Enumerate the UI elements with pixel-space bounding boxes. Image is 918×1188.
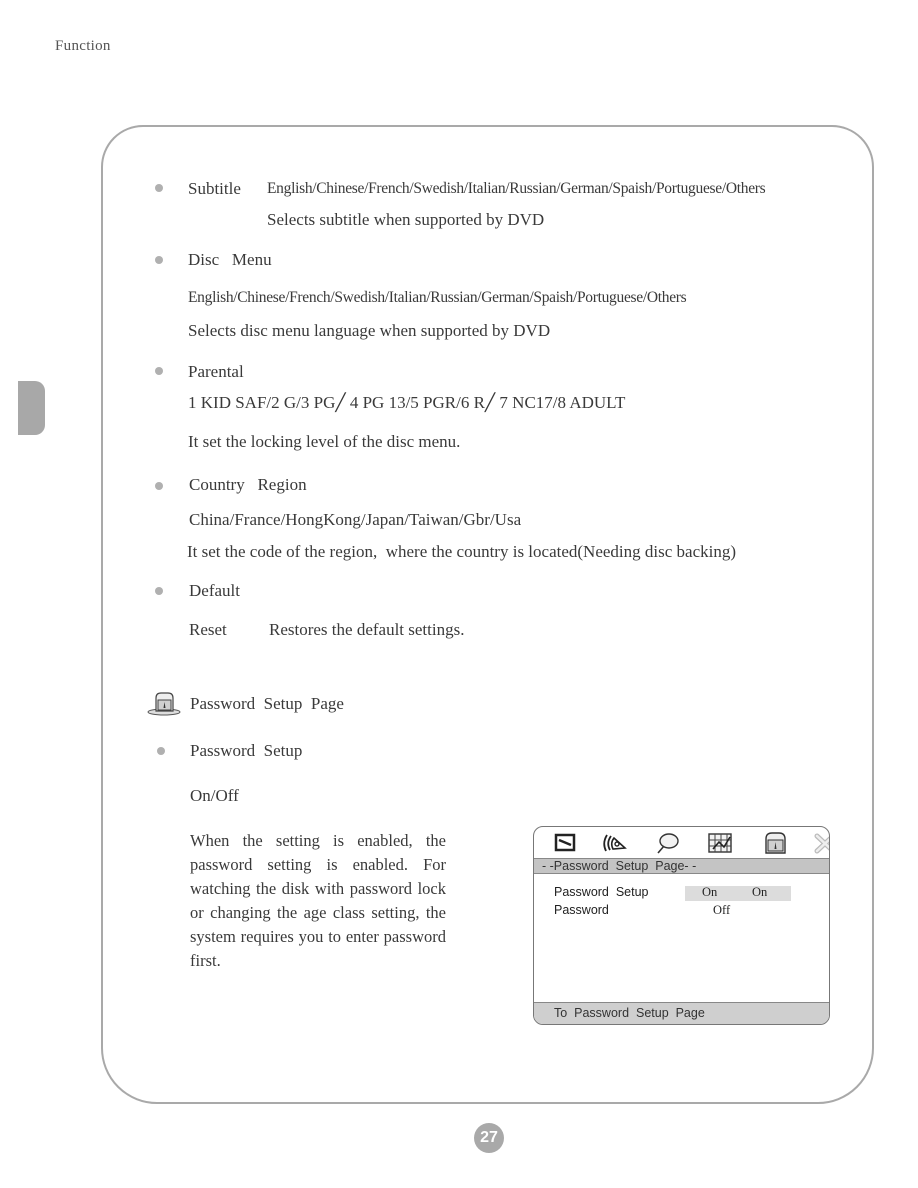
bullet-icon xyxy=(155,482,163,490)
bullet-icon xyxy=(155,587,163,595)
video-setup-icon xyxy=(708,833,732,853)
parental-options: 1 KID SAF/2 G/3 PG╱ 4 PG 13/5 PGR/6 R╱ 7… xyxy=(188,393,626,412)
bullet-icon xyxy=(157,747,165,755)
osd-status-footer: To Password Setup Page xyxy=(534,1002,829,1024)
password-setup-description: When the setting is enabled, the passwor… xyxy=(190,831,446,970)
subtitle-options: English/Chinese/French/Swedish/Italian/R… xyxy=(267,180,766,197)
reset-description: Restores the default settings. xyxy=(269,620,465,639)
password-setup-icon xyxy=(765,832,786,854)
osd-row-password-setup-option: On xyxy=(752,885,768,899)
reset-label: Reset xyxy=(189,620,227,639)
subtitle-description: Selects subtitle when supported by DVD xyxy=(267,210,545,229)
osd-screenshot: - -Password Setup Page- - Password Setup… xyxy=(533,826,830,1025)
audio-setup-icon xyxy=(603,834,627,852)
osd-row-password: Password xyxy=(554,903,609,917)
password-lock-icon xyxy=(147,692,181,716)
country-region-options: China/France/HongKong/Japan/Taiwan/Gbr/U… xyxy=(189,510,522,529)
bullet-icon xyxy=(155,184,163,192)
parental-label: Parental xyxy=(188,362,244,381)
osd-row-password-setup-value: On xyxy=(702,885,718,899)
disc-menu-options: English/Chinese/French/Swedish/Italian/R… xyxy=(188,289,687,306)
bullet-icon xyxy=(155,256,163,264)
exit-icon xyxy=(814,833,829,854)
bullet-icon xyxy=(155,367,163,375)
country-region-label: Country Region xyxy=(189,475,307,494)
osd-page-title: - -Password Setup Page- - xyxy=(534,858,829,874)
password-setup-options: On/Off xyxy=(190,786,239,805)
osd-row-password-value: Off xyxy=(713,903,731,917)
disc-menu-label: Disc Menu xyxy=(188,250,272,269)
osd-selection-highlight xyxy=(685,886,791,901)
password-page-heading: Password Setup Page xyxy=(190,694,344,713)
section-header: Function xyxy=(55,38,111,54)
password-setup-label: Password Setup xyxy=(190,741,303,760)
disc-menu-description: Selects disc menu language when supporte… xyxy=(188,321,551,340)
country-region-description: It set the code of the region, where the… xyxy=(187,542,736,561)
osd-row-password-setup: Password Setup xyxy=(554,885,649,899)
subtitle-label: Subtitle xyxy=(188,179,241,198)
parental-description: It set the locking level of the disc men… xyxy=(188,432,461,451)
dolby-setup-icon xyxy=(657,833,679,854)
osd-icon-bar xyxy=(534,827,829,858)
chapter-tab xyxy=(18,381,45,435)
page-number-badge: 27 xyxy=(474,1123,504,1153)
default-label: Default xyxy=(189,581,240,600)
general-setup-icon xyxy=(554,833,576,852)
